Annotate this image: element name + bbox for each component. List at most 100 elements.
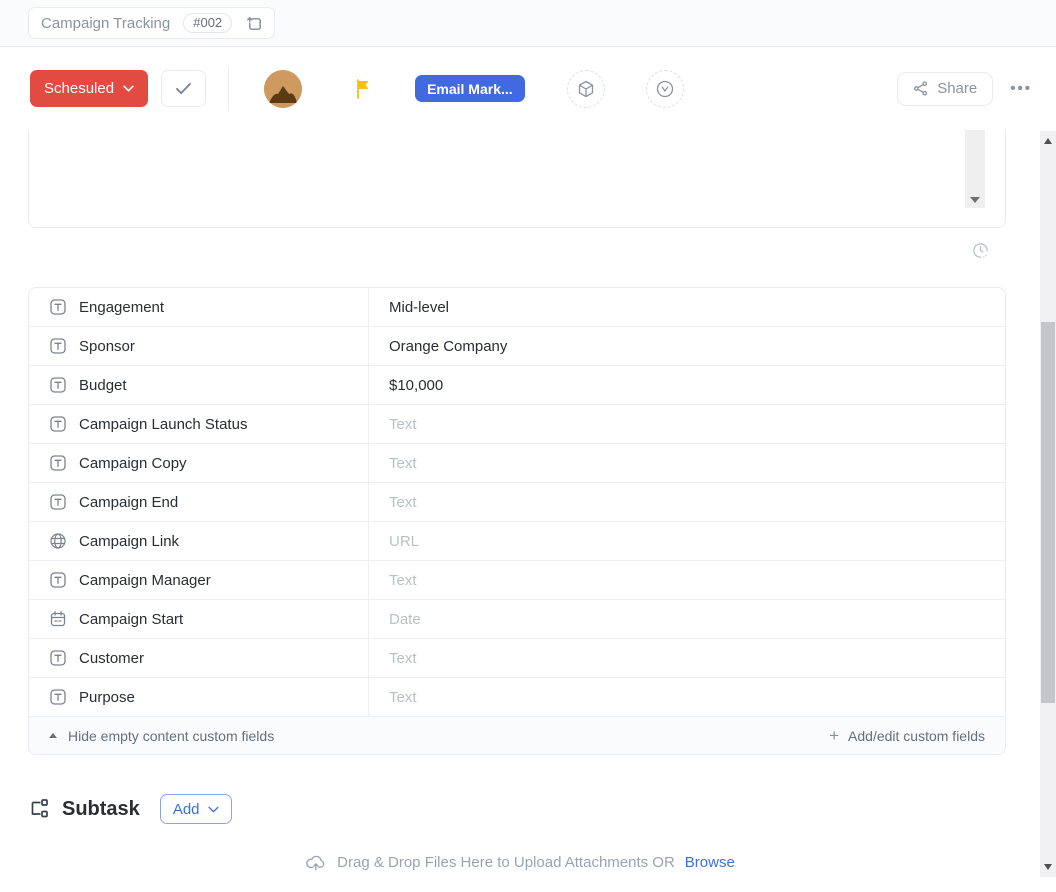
scroll-down-icon[interactable] <box>1040 859 1056 875</box>
custom-field-row: Campaign Start Date <box>29 600 1005 639</box>
field-name-label: Customer <box>79 650 144 667</box>
text-field-icon <box>49 649 67 667</box>
field-value[interactable]: Text <box>369 405 1005 443</box>
priority-flag-icon[interactable] <box>352 77 374 101</box>
custom-field-row: Engagement Mid-level <box>29 288 1005 327</box>
field-name-cell[interactable]: Campaign Start <box>29 600 369 638</box>
custom-field-row: Budget $10,000 <box>29 366 1005 405</box>
status-label: Schesuled <box>44 80 114 97</box>
add-subtask-button[interactable]: Add <box>160 794 232 824</box>
field-value[interactable]: Date <box>369 600 1005 638</box>
custom-field-row: Campaign End Text <box>29 483 1005 522</box>
breadcrumb[interactable]: Campaign Tracking #002 <box>28 7 275 39</box>
field-name-cell[interactable]: Campaign Manager <box>29 561 369 599</box>
share-icon <box>913 81 928 96</box>
sprint-points-button[interactable] <box>646 70 684 108</box>
task-id-badge[interactable]: #002 <box>183 13 232 33</box>
description-box[interactable] <box>28 130 1006 228</box>
plus-icon: + <box>829 727 839 744</box>
text-field-icon <box>49 454 67 472</box>
field-name-label: Purpose <box>79 689 135 706</box>
subtask-icon <box>28 798 50 820</box>
text-field-icon <box>49 688 67 706</box>
subtask-title: Subtask <box>62 798 140 821</box>
tag-email-marketing[interactable]: Email Mark... <box>415 75 525 102</box>
task-toolbar: Schesuled Email Mark... <box>0 47 1056 130</box>
field-value[interactable]: Text <box>369 639 1005 677</box>
field-name-label: Campaign Launch Status <box>79 416 247 433</box>
custom-field-row: Campaign Manager Text <box>29 561 1005 600</box>
subtask-section: Subtask Add <box>28 793 1056 825</box>
text-field-icon <box>49 493 67 511</box>
field-name-cell[interactable]: Sponsor <box>29 327 369 365</box>
task-detail-page: Campaign Tracking #002 Schesuled <box>0 0 1056 892</box>
field-name-cell[interactable]: Campaign Launch Status <box>29 405 369 443</box>
custom-field-row: Campaign Launch Status Text <box>29 405 1005 444</box>
dropzone-message: Drag & Drop Files Here to Upload Attachm… <box>337 854 675 871</box>
custom-field-row: Sponsor Orange Company <box>29 327 1005 366</box>
assignee-avatar[interactable] <box>264 70 302 108</box>
description-scrollbar[interactable] <box>965 130 985 208</box>
field-name-cell[interactable]: Campaign End <box>29 483 369 521</box>
custom-fields-table: Engagement Mid-level Sponsor Orange Comp… <box>28 287 1006 755</box>
text-field-icon <box>49 337 67 355</box>
hide-empty-fields-button[interactable]: Hide empty content custom fields <box>49 728 274 744</box>
add-edit-fields-label: Add/edit custom fields <box>848 728 985 744</box>
field-value[interactable]: Text <box>369 444 1005 482</box>
chevron-down-icon <box>208 806 219 813</box>
field-name-cell[interactable]: Budget <box>29 366 369 404</box>
scrollbar-thumb[interactable] <box>1041 322 1055 703</box>
attachments-dropzone[interactable]: Drag & Drop Files Here to Upload Attachm… <box>0 852 1040 872</box>
time-tracking-icon[interactable] <box>971 241 990 287</box>
toolbar-divider <box>228 67 229 111</box>
field-value[interactable]: $10,000 <box>369 366 1005 404</box>
field-value[interactable]: Text <box>369 678 1005 716</box>
field-name-cell[interactable]: Campaign Copy <box>29 444 369 482</box>
add-subtask-label: Add <box>173 801 200 818</box>
field-value[interactable]: Text <box>369 561 1005 599</box>
field-name-label: Campaign Manager <box>79 572 211 589</box>
custom-field-row: Purpose Text <box>29 678 1005 717</box>
text-field-icon <box>49 415 67 433</box>
open-task-icon[interactable] <box>245 14 264 33</box>
status-button[interactable]: Schesuled <box>30 70 148 107</box>
collapse-arrow-icon <box>49 733 57 738</box>
custom-field-row: Customer Text <box>29 639 1005 678</box>
cloud-upload-icon <box>305 852 327 872</box>
field-name-label: Campaign Link <box>79 533 179 550</box>
field-value[interactable]: URL <box>369 522 1005 560</box>
field-name-cell[interactable]: Engagement <box>29 288 369 326</box>
url-field-icon <box>49 532 67 550</box>
field-name-cell[interactable]: Campaign Link <box>29 522 369 560</box>
more-options-button[interactable]: ••• <box>1010 80 1032 97</box>
check-icon <box>175 82 192 95</box>
mark-complete-button[interactable] <box>161 70 206 107</box>
field-name-label: Campaign End <box>79 494 178 511</box>
add-edit-fields-button[interactable]: + Add/edit custom fields <box>829 727 985 744</box>
share-label: Share <box>937 80 977 97</box>
circle-v-icon <box>655 79 675 99</box>
share-button[interactable]: Share <box>897 72 993 106</box>
field-name-label: Campaign Copy <box>79 455 187 472</box>
field-value[interactable]: Text <box>369 483 1005 521</box>
custom-field-row: Campaign Link URL <box>29 522 1005 561</box>
field-name-label: Budget <box>79 377 127 394</box>
field-name-label: Campaign Start <box>79 611 183 628</box>
field-value[interactable]: Mid-level <box>369 288 1005 326</box>
custom-fields-footer: Hide empty content custom fields + Add/e… <box>29 717 1005 754</box>
page-scrollbar[interactable] <box>1040 131 1056 877</box>
text-field-icon <box>49 376 67 394</box>
hide-empty-fields-label: Hide empty content custom fields <box>68 728 274 744</box>
scroll-up-icon[interactable] <box>1040 133 1056 149</box>
dependencies-button[interactable] <box>567 70 605 108</box>
field-name-label: Engagement <box>79 299 164 316</box>
field-value[interactable]: Orange Company <box>369 327 1005 365</box>
date-field-icon <box>49 610 67 628</box>
field-name-label: Sponsor <box>79 338 135 355</box>
field-name-cell[interactable]: Purpose <box>29 678 369 716</box>
list-name[interactable]: Campaign Tracking <box>41 15 170 32</box>
browse-link[interactable]: Browse <box>685 854 735 871</box>
field-name-cell[interactable]: Customer <box>29 639 369 677</box>
scroll-down-icon[interactable] <box>965 191 985 208</box>
text-field-icon <box>49 298 67 316</box>
